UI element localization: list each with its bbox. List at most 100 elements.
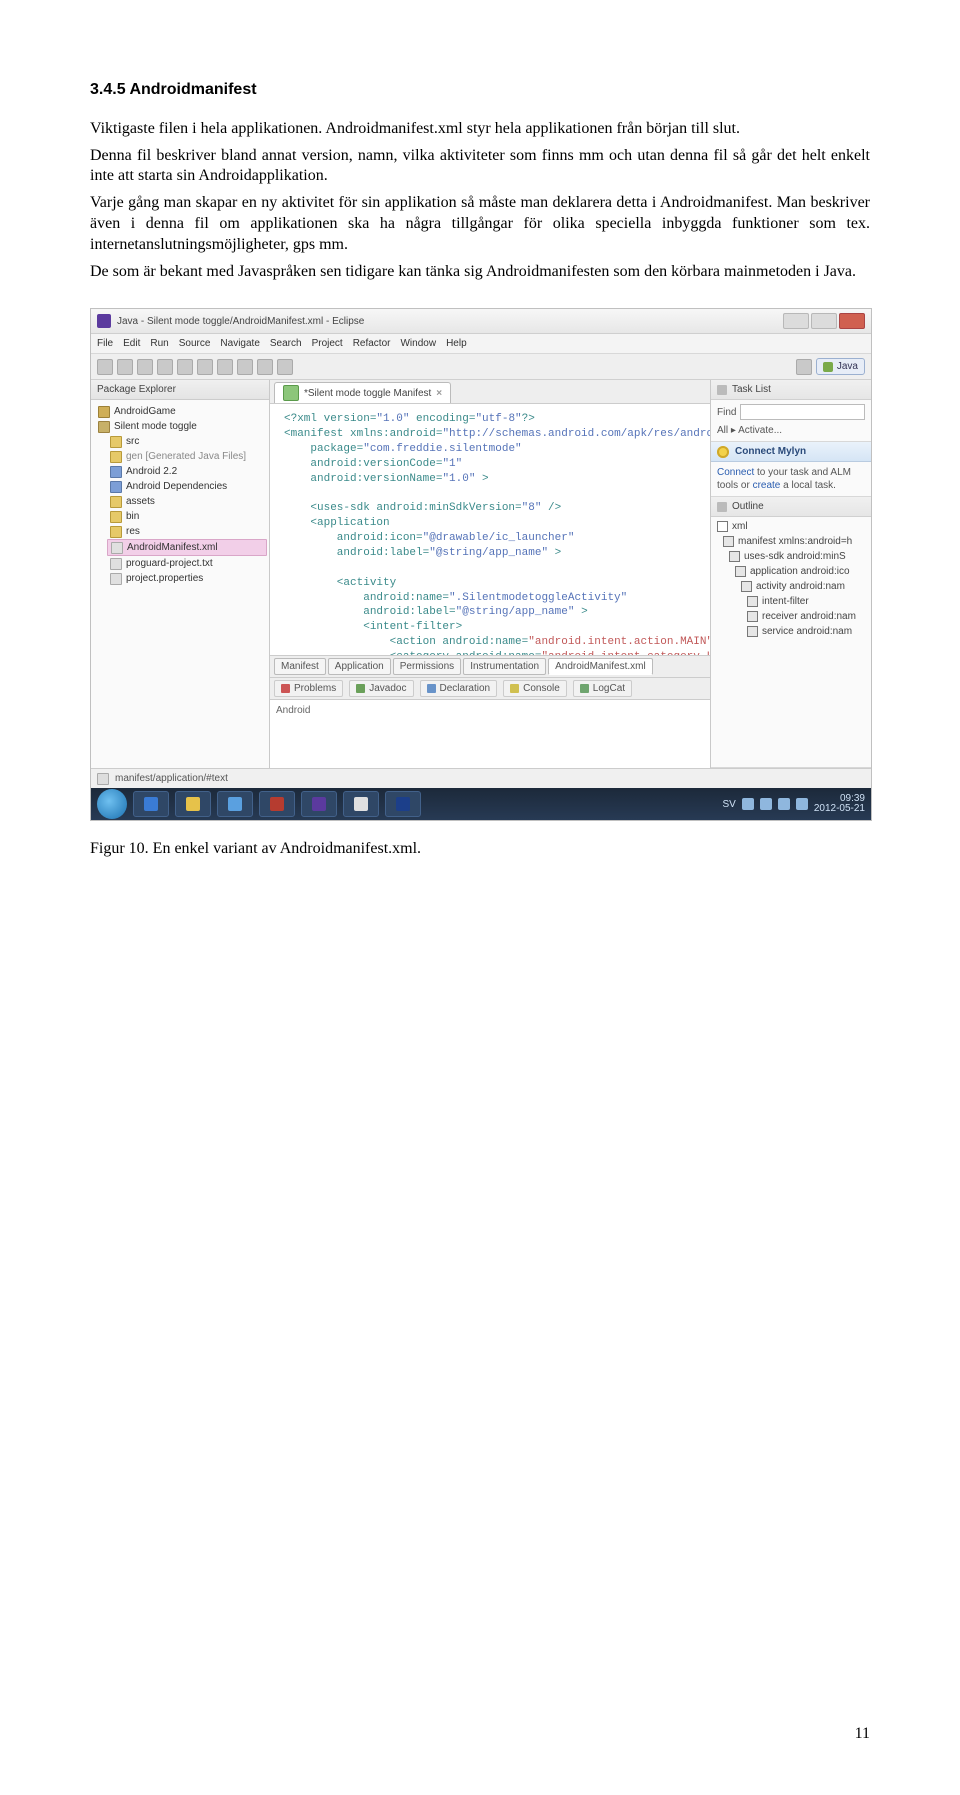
tree-item[interactable]: src — [107, 434, 267, 449]
taskbar-app[interactable] — [259, 791, 295, 817]
outline-item[interactable]: intent-filter — [745, 594, 867, 609]
tree-item[interactable]: Silent mode toggle — [95, 419, 267, 434]
keyboard-lang[interactable]: SV — [723, 798, 736, 811]
tab-application[interactable]: Application — [328, 658, 391, 675]
open-perspective-icon[interactable] — [796, 359, 812, 375]
tray-icon[interactable] — [778, 798, 790, 810]
java-perspective-icon — [823, 362, 833, 372]
start-button[interactable] — [97, 789, 127, 819]
tree-item-label: Android Dependencies — [126, 480, 227, 493]
window-titlebar: Java - Silent mode toggle/AndroidManifes… — [91, 309, 871, 334]
mylyn-icon — [717, 446, 729, 458]
folder-icon — [110, 436, 122, 448]
taskbar-app[interactable] — [343, 791, 379, 817]
taskbar-app[interactable] — [175, 791, 211, 817]
taskbar-clock[interactable]: 09:39 2012-05-21 — [814, 794, 865, 815]
tab-declaration[interactable]: Declaration — [420, 680, 498, 697]
close-tab-icon[interactable]: × — [436, 387, 442, 400]
tab-androidmanifest-xml[interactable]: AndroidManifest.xml — [548, 658, 653, 675]
package-explorer-title: Package Explorer — [91, 380, 269, 400]
task-find-label: Find — [717, 406, 736, 419]
mylyn-connect-link[interactable]: Connect — [717, 467, 754, 478]
menu-file[interactable]: File — [97, 337, 113, 350]
proj-icon — [98, 406, 110, 418]
tree-item-label: AndroidManifest.xml — [127, 541, 218, 554]
maximize-button[interactable] — [811, 313, 837, 329]
tree-item[interactable]: Android Dependencies — [107, 479, 267, 494]
menu-project[interactable]: Project — [312, 337, 343, 350]
tree-item[interactable]: AndroidGame — [95, 404, 267, 419]
menu-search[interactable]: Search — [270, 337, 302, 350]
javadoc-icon — [356, 684, 365, 693]
outline-node-icon — [747, 611, 758, 622]
tree-item[interactable]: assets — [107, 494, 267, 509]
mylyn-create-link[interactable]: create — [753, 480, 781, 491]
tab-logcat[interactable]: LogCat — [573, 680, 632, 697]
tree-item[interactable]: res — [107, 524, 267, 539]
task-find-input[interactable] — [740, 404, 865, 420]
menu-help[interactable]: Help — [446, 337, 467, 350]
tab-javadoc[interactable]: Javadoc — [349, 680, 413, 697]
outline-item[interactable]: receiver android:nam — [745, 609, 867, 624]
task-filter[interactable]: All ▸ Activate... — [717, 424, 865, 437]
toolbar-icon[interactable] — [117, 359, 133, 375]
toolbar-icon[interactable] — [137, 359, 153, 375]
tree-item[interactable]: project.properties — [107, 571, 267, 586]
toolbar: Java — [91, 354, 871, 380]
outline-item[interactable]: manifest xmlns:android=h — [721, 534, 867, 549]
editor-tab[interactable]: *Silent mode toggle Manifest × — [274, 382, 451, 403]
toolbar-icon[interactable] — [217, 359, 233, 375]
tray-icon[interactable] — [796, 798, 808, 810]
tray-icon[interactable] — [742, 798, 754, 810]
toolbar-icon[interactable] — [97, 359, 113, 375]
file-icon — [111, 542, 123, 554]
tree-item[interactable]: bin — [107, 509, 267, 524]
toolbar-icon[interactable] — [237, 359, 253, 375]
menu-source[interactable]: Source — [179, 337, 211, 350]
tree-item-label: proguard-project.txt — [126, 557, 213, 570]
tab-problems[interactable]: Problems — [274, 680, 343, 697]
perspective-label: Java — [837, 360, 858, 373]
tab-instrumentation[interactable]: Instrumentation — [463, 658, 546, 675]
toolbar-icon[interactable] — [257, 359, 273, 375]
menu-run[interactable]: Run — [150, 337, 168, 350]
menu-refactor[interactable]: Refactor — [353, 337, 391, 350]
tray-icon[interactable] — [760, 798, 772, 810]
menu-window[interactable]: Window — [400, 337, 436, 350]
minimize-button[interactable] — [783, 313, 809, 329]
toolbar-icon[interactable] — [157, 359, 173, 375]
tree-item[interactable]: proguard-project.txt — [107, 556, 267, 571]
tree-item[interactable]: AndroidManifest.xml — [107, 539, 267, 556]
taskbar-app[interactable] — [217, 791, 253, 817]
tree-item[interactable]: gen [Generated Java Files] — [107, 449, 267, 464]
outline-item[interactable]: xml — [715, 519, 867, 534]
toolbar-icon[interactable] — [277, 359, 293, 375]
taskbar-app[interactable] — [385, 791, 421, 817]
tree-item[interactable]: Android 2.2 — [107, 464, 267, 479]
outline-item[interactable]: uses-sdk android:minS — [727, 549, 867, 564]
logcat-icon — [580, 684, 589, 693]
taskbar-app[interactable] — [301, 791, 337, 817]
tree-item-label: assets — [126, 495, 155, 508]
tree-item-label: project.properties — [126, 572, 203, 585]
tab-permissions[interactable]: Permissions — [393, 658, 461, 675]
editor-area[interactable]: <?xml version="1.0" encoding="utf-8"?> <… — [270, 404, 710, 655]
toolbar-icon[interactable] — [177, 359, 193, 375]
outline-item[interactable]: activity android:nam — [739, 579, 867, 594]
tree-item-label: AndroidGame — [114, 405, 176, 418]
lower-view-tabs: Problems Javadoc Declaration Console Log… — [270, 677, 710, 699]
tab-console[interactable]: Console — [503, 680, 567, 697]
outline-item[interactable]: service android:nam — [745, 624, 867, 639]
outline-item[interactable]: application android:ico — [733, 564, 867, 579]
perspective-java[interactable]: Java — [816, 358, 865, 375]
tab-manifest[interactable]: Manifest — [274, 658, 326, 675]
taskbar-app[interactable] — [133, 791, 169, 817]
outline-item-label: service android:nam — [762, 625, 852, 638]
outline-list: xmlmanifest xmlns:android=huses-sdk andr… — [711, 517, 871, 647]
menu-edit[interactable]: Edit — [123, 337, 140, 350]
close-button[interactable] — [839, 313, 865, 329]
package-explorer: Package Explorer AndroidGameSilent mode … — [91, 380, 270, 768]
lower-body-label: Android — [276, 705, 310, 716]
toolbar-icon[interactable] — [197, 359, 213, 375]
menu-navigate[interactable]: Navigate — [220, 337, 259, 350]
